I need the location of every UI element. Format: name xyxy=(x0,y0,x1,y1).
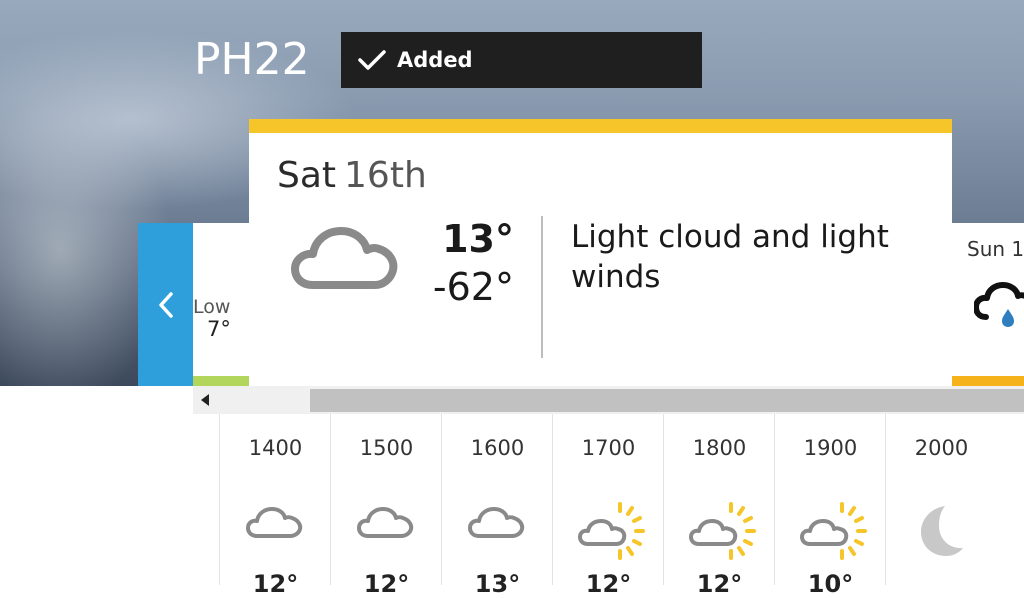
light-cloud-icon xyxy=(291,223,399,295)
weather-description: Light cloud and light winds xyxy=(571,219,889,295)
previous-day-button[interactable] xyxy=(138,223,193,386)
selected-day-card[interactable]: Sat 16th 13° -62° Light cloud and light w… xyxy=(249,119,952,386)
hour-temperature: 13° xyxy=(474,570,521,598)
hour-column[interactable]: 2000 xyxy=(885,414,997,585)
hour-column[interactable]: 1500 12° xyxy=(330,414,442,598)
day-color-bar xyxy=(193,376,249,386)
hour-temperature: 12° xyxy=(585,570,632,598)
scroll-left-button[interactable] xyxy=(193,386,219,414)
triangle-left-icon xyxy=(201,394,209,406)
day-color-bar xyxy=(952,376,1024,386)
low-value: 7° xyxy=(207,317,231,341)
chevron-left-icon xyxy=(158,291,173,318)
hour-temperature: 12° xyxy=(696,570,743,598)
hour-column[interactable]: 1900 10° xyxy=(774,414,886,598)
previous-day-card[interactable]: Low 7° xyxy=(193,223,249,386)
hour-time: 1700 xyxy=(581,436,636,460)
hour-time: 1400 xyxy=(248,436,303,460)
high-temperature: 13° xyxy=(442,217,514,261)
day-name: Sat xyxy=(277,155,337,196)
next-day-card[interactable]: Sun 1 xyxy=(952,223,1024,386)
hour-time: 2000 xyxy=(914,436,969,460)
scrollbar-thumb[interactable] xyxy=(310,389,1024,412)
selected-day-bar xyxy=(249,119,952,133)
hour-column[interactable]: 1700 12° xyxy=(552,414,664,598)
horizontal-scrollbar[interactable] xyxy=(193,386,1024,414)
hour-temperature: 12° xyxy=(252,570,299,598)
divider xyxy=(541,216,543,358)
moon-icon xyxy=(911,502,971,562)
selected-day-date: Sat 16th xyxy=(277,155,427,196)
low-label: Low xyxy=(193,296,231,318)
cloud-icon xyxy=(245,502,305,546)
hour-temperature: 10° xyxy=(807,570,854,598)
hour-temperature: 12° xyxy=(363,570,410,598)
hourly-forecast: 1400 12° 1500 12° 1600 13° 1700 12° 1800… xyxy=(193,414,1024,598)
hour-column[interactable]: 1800 12° xyxy=(663,414,775,598)
sun-cloud-icon xyxy=(578,502,648,568)
next-day-label: Sun 1 xyxy=(967,237,1024,261)
checkmark-icon xyxy=(355,43,389,77)
hour-time: 1900 xyxy=(803,436,858,460)
day-number: 16th xyxy=(344,155,427,196)
added-label: Added xyxy=(397,48,473,72)
hour-column[interactable]: 1600 13° xyxy=(441,414,553,598)
cloud-icon xyxy=(356,502,416,546)
sun-cloud-icon xyxy=(800,502,870,568)
hour-time: 1500 xyxy=(359,436,414,460)
low-temperature: -62° xyxy=(432,265,514,309)
location-title: PH22 xyxy=(194,34,310,85)
cloud-icon xyxy=(467,502,527,546)
sun-cloud-icon xyxy=(689,502,759,568)
hour-time: 1800 xyxy=(692,436,747,460)
added-location-button[interactable]: Added xyxy=(341,32,702,88)
cloud-rain-icon xyxy=(973,279,1024,333)
hour-column[interactable]: 1400 12° xyxy=(219,414,331,598)
hour-time: 1600 xyxy=(470,436,525,460)
